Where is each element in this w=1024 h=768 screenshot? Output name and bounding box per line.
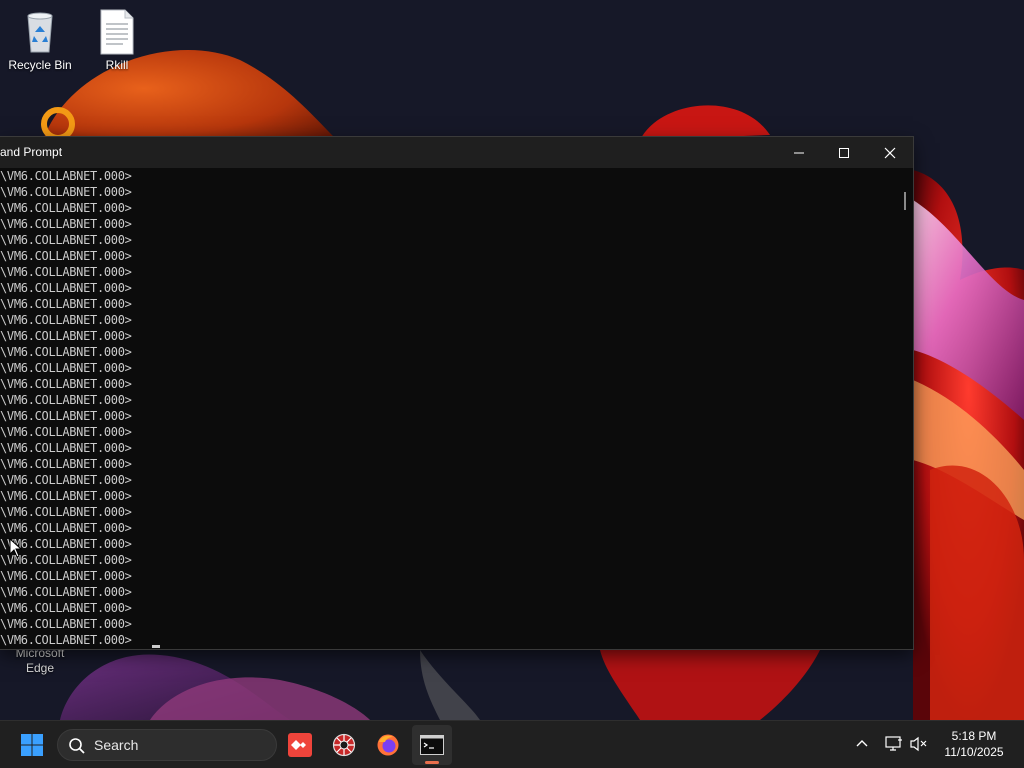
console-line: \VM6.COLLABNET.000> — [0, 233, 132, 247]
close-icon — [884, 147, 896, 158]
clock-time: 5:18 PM — [951, 729, 997, 743]
console-line: \VM6.COLLABNET.000> — [0, 601, 132, 615]
console-line: \VM6.COLLABNET.000> — [0, 313, 132, 327]
network-icon — [885, 736, 902, 751]
console-line: \VM6.COLLABNET.000> — [0, 489, 132, 503]
console-line: \VM6.COLLABNET.000> — [0, 585, 132, 599]
start-button[interactable] — [12, 725, 52, 765]
console-line: \VM6.COLLABNET.000> — [0, 409, 132, 423]
title-bar[interactable]: and Prompt — [0, 137, 913, 168]
recycle-bin-icon — [16, 8, 64, 56]
vertical-scrollbar[interactable] — [897, 168, 913, 649]
console-line: \VM6.COLLABNET.000> — [0, 377, 132, 391]
taskbar-search-box[interactable]: Search — [57, 729, 277, 761]
settings-globe-icon — [332, 733, 356, 757]
mouse-pointer-icon — [9, 538, 23, 558]
console-line: \VM6.COLLABNET.000> — [0, 473, 132, 487]
volume-button[interactable] — [908, 733, 930, 755]
maximize-button[interactable] — [821, 137, 867, 168]
rkill-label: Rkill — [105, 58, 129, 72]
console-line: \VM6.COLLABNET.000> — [0, 201, 132, 215]
rkill-shortcut[interactable]: Rkill — [77, 8, 157, 73]
console-line: \VM6.COLLABNET.000> — [0, 521, 132, 535]
recycle-bin-shortcut[interactable]: Recycle Bin — [0, 8, 80, 73]
console-line: \VM6.COLLABNET.000> — [0, 345, 132, 359]
console-line: \VM6.COLLABNET.000> — [0, 169, 132, 183]
console-line: \VM6.COLLABNET.000> — [0, 361, 132, 375]
edge-label: Microsoft Edge — [15, 646, 65, 675]
text-cursor — [152, 645, 160, 648]
minimize-icon — [794, 152, 804, 153]
anydesk-taskbar-button[interactable] — [280, 725, 320, 765]
console-lines: \VM6.COLLABNET.000> \VM6.COLLABNET.000> \V… — [0, 168, 897, 648]
close-button[interactable] — [867, 137, 913, 168]
maximize-icon — [839, 147, 849, 158]
console-line: \VM6.COLLABNET.000> — [0, 425, 132, 439]
console-line: \VM6.COLLABNET.000> — [0, 393, 132, 407]
active-app-indicator — [425, 761, 439, 764]
anydesk-icon — [288, 733, 312, 757]
console-line: \VM6.COLLABNET.000> — [0, 569, 132, 583]
search-label: Search — [94, 737, 139, 753]
console-line: \VM6.COLLABNET.000> — [0, 441, 132, 455]
scrollbar-thumb[interactable] — [904, 192, 906, 210]
console-output[interactable]: \VM6.COLLABNET.000> \VM6.COLLABNET.000> \V… — [0, 168, 897, 649]
minimize-button[interactable] — [776, 137, 822, 168]
window-title: and Prompt — [0, 145, 63, 159]
search-icon — [69, 738, 85, 754]
console-line: \VM6.COLLABNET.000> — [0, 281, 132, 295]
command-prompt-taskbar-button[interactable] — [412, 725, 452, 765]
chevron-up-icon — [856, 740, 868, 747]
taskbar: Search 5:18 PM 11/10/2025 — [0, 720, 1024, 768]
console-line: \VM6.COLLABNET.000> — [0, 617, 132, 631]
console-line: \VM6.COLLABNET.000> — [0, 537, 132, 551]
console-line: \VM6.COLLABNET.000> — [0, 297, 132, 311]
recycle-bin-label: Recycle Bin — [8, 58, 72, 72]
clock-date: 11/10/2025 — [944, 745, 1004, 759]
console-line: \VM6.COLLABNET.000> — [0, 553, 132, 567]
volume-muted-icon — [910, 736, 927, 752]
clock[interactable]: 5:18 PM 11/10/2025 — [936, 728, 1012, 760]
console-line: \VM6.COLLABNET.000> — [0, 505, 132, 519]
show-hidden-icons-button[interactable] — [851, 733, 873, 755]
console-line: \VM6.COLLABNET.000> — [0, 265, 132, 279]
network-button[interactable] — [883, 733, 905, 755]
start-icon — [21, 734, 43, 756]
document-icon — [93, 8, 141, 56]
firefox-icon — [377, 734, 399, 756]
console-line: \VM6.COLLABNET.000> — [0, 249, 132, 263]
console-line: \VM6.COLLABNET.000> — [0, 185, 132, 199]
console-line: \VM6.COLLABNET.000> — [0, 329, 132, 343]
console-line: \VM6.COLLABNET.000> — [0, 217, 132, 231]
console-line: \VM6.COLLABNET.000> — [0, 457, 132, 471]
globe-app-taskbar-button[interactable] — [324, 725, 364, 765]
firefox-taskbar-button[interactable] — [368, 725, 408, 765]
console-line: \VM6.COLLABNET.000> — [0, 633, 132, 647]
terminal-icon — [420, 735, 444, 755]
command-prompt-window[interactable]: and Prompt \VM6.COLLABNET.000> \VM6.COLLA… — [0, 137, 913, 649]
